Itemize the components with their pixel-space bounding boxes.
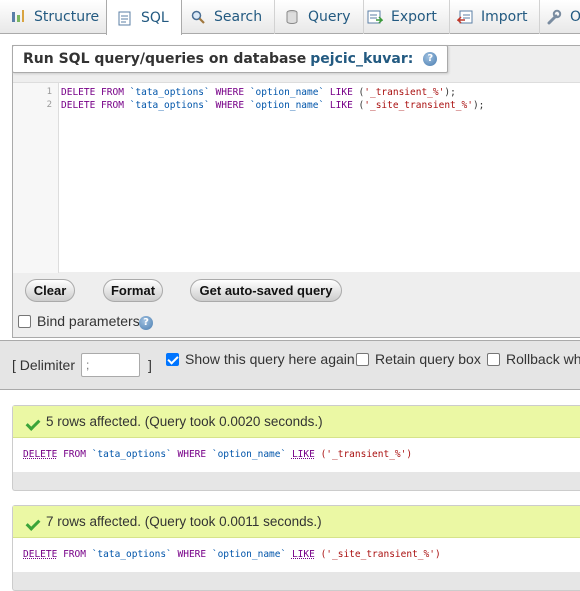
tab-label: SQL [141,9,169,26]
rollback-label[interactable]: Rollback whe [506,351,580,367]
tab-label: Search [214,9,263,25]
wrench-icon [546,9,562,25]
sql-identifier: `option_name` [211,549,287,560]
rollback-checkbox[interactable] [487,353,500,366]
sql-keyword: WHERE [177,549,207,560]
help-icon[interactable]: ? [139,316,153,330]
legend-text: Run SQL query/queries on database [23,51,307,67]
sql-editor[interactable]: 1 2 DELETE FROM `tata_options` WHERE `op… [13,82,580,273]
code-keyword: LIKE [329,100,353,111]
code-punct: ); [472,100,485,111]
tab-label: Export [391,9,437,25]
get-autosaved-query-button[interactable]: Get auto-saved query [190,279,342,302]
code-keyword: DELETE FROM [61,87,124,98]
success-message: 7 rows affected. (Query took 0.0011 seco… [13,506,580,538]
clear-button[interactable]: Clear [25,279,75,302]
sql-string: ('_site_transient_%') [320,549,441,560]
line-number: 1 [46,87,52,97]
bind-parameters-label[interactable]: Bind parameters [37,313,140,329]
code-keyword: LIKE [329,87,353,98]
tab-operations[interactable]: O [536,0,580,34]
top-tab-bar: Structure SQL Search Query Export Import [0,0,580,35]
sql-string: ('_transient_%') [320,449,413,460]
line-number-gutter: 1 2 [13,83,59,273]
executed-sql-code: DELETE FROM `tata_options` WHERE `option… [23,549,441,560]
code-line: DELETE FROM `tata_options` WHERE `option… [61,100,484,111]
tab-structure[interactable]: Structure [0,0,113,34]
tab-import[interactable]: Import [447,0,541,34]
tab-query[interactable]: Query [274,0,364,34]
executed-sql: DELETE FROM `tata_options` WHERE `option… [13,538,580,572]
code-string: '_transient_%' [364,87,445,98]
sql-keyword: WHERE [177,449,207,460]
bind-parameters-checkbox[interactable] [18,315,31,328]
search-icon [190,9,206,25]
sql-keyword: FROM [63,549,86,560]
success-text: 5 rows affected. (Query took 0.0020 seco… [46,414,323,429]
line-number: 2 [46,100,52,110]
tab-label: Query [308,9,351,25]
code-string: '_site_transient_%' [364,100,473,111]
code-line: DELETE FROM `tata_options` WHERE `option… [61,87,456,98]
code-identifier: `tata_options` [129,100,210,111]
delimiter-input[interactable] [81,353,140,377]
tab-export[interactable]: Export [357,0,450,34]
sql-icon [117,10,133,26]
sql-keyword[interactable]: LIKE [292,549,315,560]
sql-keyword[interactable]: LIKE [292,449,315,460]
help-icon[interactable]: ? [423,52,438,66]
tab-label: O [570,9,580,25]
code-keyword: WHERE [215,87,245,98]
executed-sql: DELETE FROM `tata_options` WHERE `option… [13,438,580,472]
retain-query-box-label[interactable]: Retain query box [375,351,481,367]
delimiter-label: [ Delimiter [12,357,76,373]
query-result: 5 rows affected. (Query took 0.0020 seco… [12,405,580,491]
code-identifier: `option_name` [249,100,325,111]
database-link[interactable]: pejcic_kuvar: [310,51,413,67]
retain-query-box-checkbox[interactable] [356,353,369,366]
sql-keyword[interactable]: DELETE [23,549,57,560]
query-result: 7 rows affected. (Query took 0.0011 seco… [12,505,580,591]
export-icon [367,9,384,25]
structure-icon [10,9,26,25]
delimiter-close-bracket: ] [148,357,152,373]
import-icon [456,9,473,25]
fieldset-legend: Run SQL query/queries on database pejcic… [12,45,449,73]
tab-search[interactable]: Search [180,0,276,34]
executed-sql-code: DELETE FROM `tata_options` WHERE `option… [23,449,412,460]
format-button[interactable]: Format [103,279,163,302]
sql-keyword: FROM [63,449,86,460]
sql-identifier: `tata_options` [91,449,172,460]
code-identifier: `tata_options` [129,87,210,98]
tab-label: Structure [34,9,100,25]
success-check-icon [25,416,41,431]
show-query-again-label[interactable]: Show this query here again [185,351,355,367]
code-keyword: WHERE [215,100,245,111]
sql-keyword[interactable]: DELETE [23,449,57,460]
code-punct: ); [444,87,456,98]
success-check-icon [25,516,41,531]
tab-sql[interactable]: SQL [106,0,182,35]
show-query-again-checkbox[interactable] [166,353,179,366]
success-message: 5 rows affected. (Query took 0.0020 seco… [13,406,580,438]
code-identifier: `option_name` [249,87,325,98]
sql-identifier: `option_name` [211,449,287,460]
success-text: 7 rows affected. (Query took 0.0011 seco… [46,514,322,529]
code-keyword: DELETE FROM [61,100,124,111]
tab-label: Import [481,9,528,25]
sql-identifier: `tata_options` [91,549,172,560]
query-icon [284,9,300,25]
